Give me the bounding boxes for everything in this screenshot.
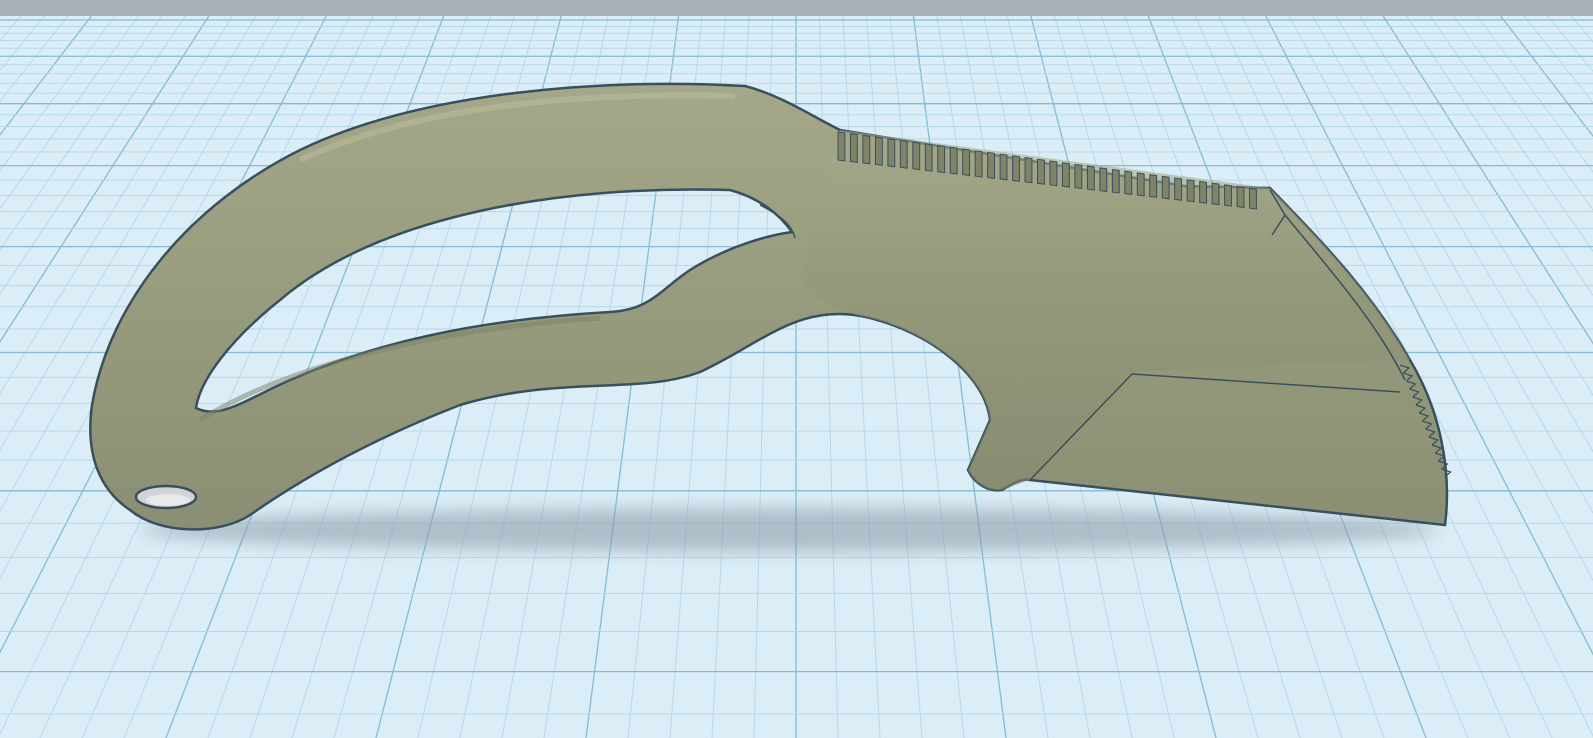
spine-tooth <box>1174 177 1183 201</box>
spine-tooth <box>949 146 958 175</box>
spine-tooth <box>912 141 921 171</box>
workplane-canvas[interactable] <box>0 0 1593 738</box>
spine-tooth <box>837 131 846 162</box>
spine-tooth <box>1074 163 1083 190</box>
spine-tooth <box>962 148 971 177</box>
spine-tooth <box>1211 182 1220 206</box>
3d-viewport[interactable] <box>0 0 1593 738</box>
spine-tooth <box>1161 175 1170 200</box>
spine-tooth <box>1037 158 1045 185</box>
spine-tooth <box>849 133 858 163</box>
spine-tooth <box>937 145 946 174</box>
spine-tooth <box>974 150 983 178</box>
spine-tooth <box>887 138 896 168</box>
spine-tooth <box>874 136 883 166</box>
top-toolbar-strip-bg <box>0 0 1593 16</box>
spine-tooth <box>1024 157 1033 184</box>
spine-tooth <box>899 139 908 169</box>
spine-tooth <box>1099 167 1108 193</box>
spine-tooth <box>1086 165 1095 191</box>
spine-tooth <box>1186 179 1195 203</box>
spine-tooth <box>1049 160 1058 187</box>
spine-tooth <box>1136 172 1145 197</box>
spine-tooth <box>1124 170 1133 195</box>
spine-tooth <box>1012 155 1020 182</box>
spine-tooth <box>1149 174 1158 198</box>
spine-tooth <box>999 153 1008 181</box>
spine-tooth <box>1061 162 1070 188</box>
spine-tooth <box>1236 186 1245 209</box>
spine-tooth <box>1224 184 1232 207</box>
spine-tooth <box>924 143 933 172</box>
spine-tooth <box>987 151 996 179</box>
spine-tooth <box>1249 187 1257 210</box>
spine-tooth <box>862 134 871 165</box>
model-shadow <box>140 508 1440 552</box>
spine-tooth <box>1199 180 1208 204</box>
lanyard-hole-inner <box>146 494 190 506</box>
spine-tooth <box>1111 168 1120 194</box>
